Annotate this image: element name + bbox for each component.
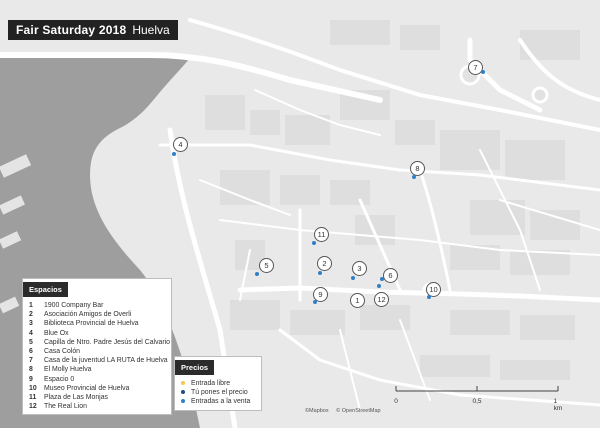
scale-label-half: 0,5 (472, 398, 482, 405)
marker-location-dot (427, 295, 431, 299)
price-label: Entradas a la venta (191, 398, 251, 405)
price-dot-icon (181, 399, 185, 404)
legend-item-num: 3 (29, 320, 33, 328)
legend-item-name: The Real Lion (44, 403, 87, 411)
legend-item: 9 Espacio 0 (29, 375, 165, 384)
map-figure: Fair Saturday 2018 Huelva 1 2 3 4 5 6 7 8 9 10 11 1… (0, 0, 600, 428)
legend-item-name: Museo Provincial de Huelva (44, 384, 130, 392)
legend-item-num: 5 (29, 338, 33, 346)
price-item: Entrada libre (181, 379, 255, 388)
scale-label-1km: 1 km (553, 398, 563, 412)
price-item: Entradas a la venta (181, 397, 255, 406)
legend-item: 10 Museo Provincial de Huelva (29, 384, 165, 393)
marker-location-dot (412, 175, 416, 179)
scale-label-0: 0 (394, 398, 398, 405)
legend-item-num: 10 (29, 384, 37, 392)
legend-item: 12 The Real Lion (29, 402, 165, 411)
legend-item: 6 Casa Colón (29, 347, 165, 356)
legend-item-name: Espacio 0 (44, 375, 75, 383)
legend-item: 5 Capilla de Ntro. Padre Jesús del Calvar… (29, 338, 170, 347)
marker-location-dot (377, 284, 381, 288)
attribution-osm[interactable]: © OpenStreetMap (336, 408, 380, 414)
legend-item-name: Biblioteca Provincial de Huelva (44, 320, 139, 328)
prices-list: Entrada libre Tú pones el precio Entrada… (175, 375, 261, 410)
attribution-mapbox[interactable]: ©Mapbox (305, 408, 329, 414)
price-dot-icon (181, 381, 185, 386)
legend-item-num: 7 (29, 357, 33, 365)
legend-item: 7 Casa de la juventud LA RUTA de Huelva (29, 356, 168, 365)
legend-item-num: 12 (29, 403, 37, 411)
legend-item-num: 2 (29, 311, 33, 319)
price-label: Entrada libre (191, 380, 231, 387)
map-attribution[interactable]: ©Mapbox © OpenStreetMap (305, 408, 387, 414)
marker-number[interactable]: 3 (352, 261, 367, 276)
legend-item-name: Casa de la juventud LA RUTA de Huelva (44, 357, 168, 365)
legend-item: 1 1900 Company Bar (29, 301, 165, 310)
marker-location-dot (318, 271, 322, 275)
marker-number[interactable]: 12 (374, 292, 389, 307)
legend-item-num: 4 (29, 329, 33, 337)
legend-list: 1 1900 Company Bar 2 Asociación Amigos de … (23, 297, 171, 414)
marker-number[interactable]: 1 (350, 293, 365, 308)
scale-bar-line (395, 386, 559, 392)
marker-location-dot (351, 276, 355, 280)
marker-number[interactable]: 4 (173, 137, 188, 152)
legend-precios: Precios Entrada libre Tú pones el precio… (174, 356, 262, 411)
marker-number[interactable]: 11 (314, 227, 329, 242)
legend-item-name: El Molly Huelva (44, 366, 92, 374)
marker-number[interactable]: 6 (383, 268, 398, 283)
title-main: Fair Saturday 2018 (16, 23, 127, 37)
map-title: Fair Saturday 2018 Huelva (8, 20, 178, 40)
legend-item-num: 11 (29, 394, 37, 402)
legend-item-name: Blue Ox (44, 329, 69, 337)
legend-item-name: 1900 Company Bar (44, 302, 104, 309)
legend-item: 3 Biblioteca Provincial de Huelva (29, 319, 165, 328)
marker-number[interactable]: 5 (259, 258, 274, 273)
prices-heading: Precios (175, 360, 215, 375)
marker-location-dot (255, 272, 259, 276)
marker-number[interactable]: 8 (410, 161, 425, 176)
title-city: Huelva (132, 23, 170, 37)
scale-bar: 0 0,5 1 km (392, 380, 562, 412)
marker-location-dot (481, 70, 485, 74)
legend-item: 8 El Molly Huelva (29, 365, 165, 374)
legend-item: 2 Asociación Amigos de Overli (29, 310, 165, 319)
marker-location-dot (172, 152, 176, 156)
price-label: Tú pones el precio (191, 389, 248, 396)
legend-item: 4 Blue Ox (29, 329, 165, 338)
marker-location-dot (313, 300, 317, 304)
marker-location-dot (312, 241, 316, 245)
legend-item-name: Plaza de Las Monjas (44, 394, 108, 402)
legend-item-num: 1 (29, 302, 33, 309)
legend-item-num: 6 (29, 348, 33, 356)
legend-item-name: Capilla de Ntro. Padre Jesús del Calvari… (44, 338, 171, 346)
marker-number[interactable]: 2 (317, 256, 332, 271)
legend-item-num: 8 (29, 366, 33, 374)
legend-item: 11 Plaza de Las Monjas (29, 393, 165, 402)
legend-item-num: 9 (29, 375, 33, 383)
legend-espacios: Espacios 1 1900 Company Bar 2 Asociación A… (22, 278, 172, 416)
price-dot-icon (181, 390, 185, 395)
price-item: Tú pones el precio (181, 388, 255, 397)
marker-location-dot (380, 277, 384, 281)
legend-item-name: Casa Colón (44, 348, 81, 356)
legend-item-name: Asociación Amigos de Overli (44, 311, 132, 319)
legend-heading: Espacios (23, 282, 68, 297)
